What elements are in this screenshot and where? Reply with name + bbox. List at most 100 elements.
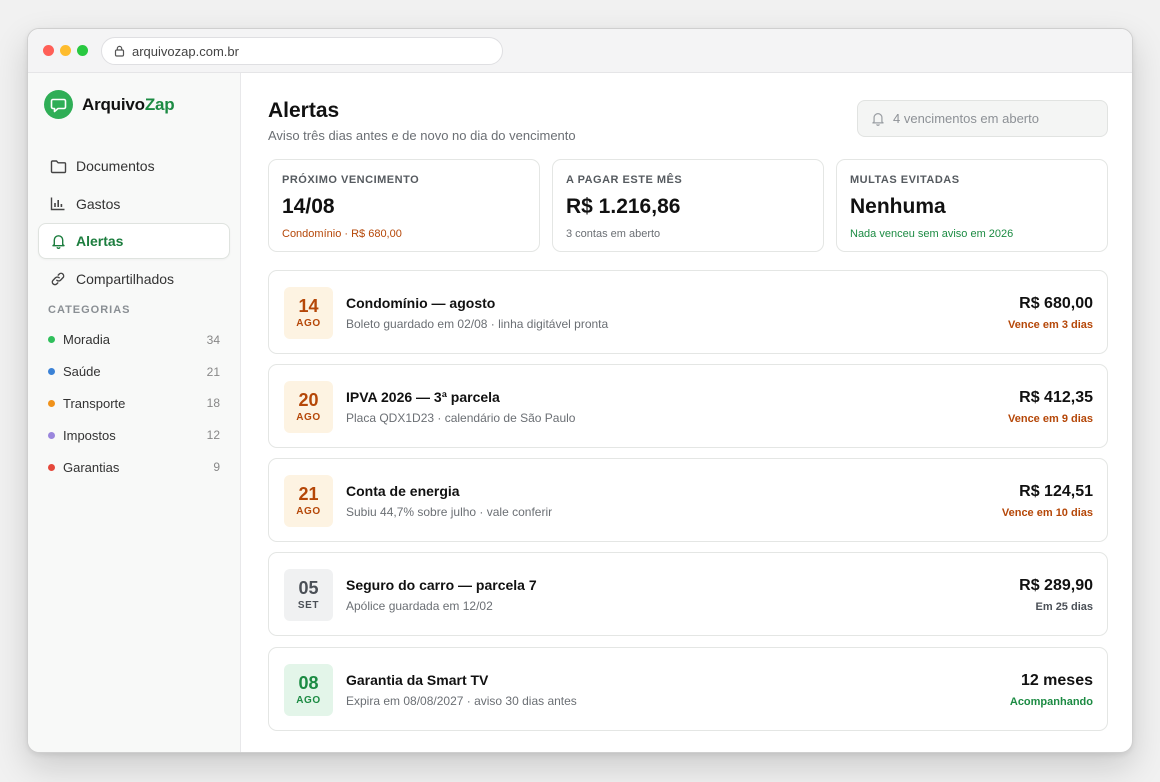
alert-title: Seguro do carro — parcela 7 — [346, 577, 537, 593]
address-bar[interactable]: arquivozap.com.br — [101, 37, 503, 65]
alert-amount: R$ 412,35 — [1019, 389, 1093, 406]
alert-amount: R$ 680,00 — [1019, 295, 1093, 312]
alert-item[interactable]: 05 SET Seguro do carro — parcela 7 Apóli… — [268, 552, 1108, 636]
category-moradia[interactable]: Moradia 34 — [48, 324, 220, 356]
lock-icon — [114, 45, 125, 57]
stat-note: Nada venceu sem aviso em 2026 — [850, 228, 1014, 240]
alert-title: Garantia da Smart TV — [346, 672, 489, 688]
due-day: 21 — [298, 484, 319, 504]
bar-chart-icon — [49, 195, 67, 213]
alert-description: Expira em 08/08/2027 · aviso 30 dias ant… — [346, 694, 577, 708]
category-label: Saúde — [63, 364, 101, 380]
category-impostos[interactable]: Impostos 12 — [48, 419, 220, 451]
alert-title: Condomínio — agosto — [346, 295, 496, 311]
alert-amount: 12 meses — [1020, 672, 1093, 689]
category-count: 18 — [206, 396, 220, 411]
alert-item[interactable]: 21 AGO Conta de energia Subiu 44,7% sobr… — [268, 458, 1108, 542]
link-icon — [49, 270, 67, 288]
due-date-badge: 21 AGO — [284, 475, 333, 527]
sidebar-item-compartilhados[interactable]: Compartilhados — [38, 261, 230, 297]
categories-heading: CATEGORIAS — [48, 304, 131, 316]
stat-note: 3 contas em aberto — [566, 228, 661, 240]
page-subtitle: Aviso três dias antes e de novo no dia d… — [268, 128, 576, 143]
sidebar-item-label: Compartilhados — [76, 270, 175, 287]
sidebar-item-label: Alertas — [76, 233, 124, 249]
brand[interactable]: ArquivoZap — [44, 90, 175, 119]
due-month: AGO — [296, 412, 321, 423]
brand-name-part1: Arquivo — [82, 94, 145, 114]
stat-card-to-pay: A PAGAR ESTE MÊS R$ 1.216,86 3 contas em… — [552, 159, 824, 252]
sidebar-item-gastos[interactable]: Gastos — [38, 186, 230, 222]
category-label: Garantias — [63, 459, 120, 475]
alert-description: Boleto guardado em 02/08 · linha digitáv… — [346, 317, 609, 331]
stat-label: A PAGAR ESTE MÊS — [566, 174, 683, 186]
category-saude[interactable]: Saúde 21 — [48, 356, 220, 388]
sidebar-nav: Documentos Gastos Alertas Compartilhados — [38, 148, 230, 298]
alert-status: Vence em 10 dias — [1001, 507, 1093, 519]
due-day: 08 — [298, 673, 319, 693]
alert-status: Em 25 dias — [1035, 601, 1093, 613]
stat-value: R$ 1.216,86 — [566, 195, 681, 218]
due-month: AGO — [296, 506, 321, 517]
alert-item[interactable]: 08 AGO Garantia da Smart TV Expira em 08… — [268, 647, 1108, 731]
alert-item[interactable]: 20 AGO IPVA 2026 — 3ª parcela Placa QDX1… — [268, 364, 1108, 448]
brand-name-part2: Zap — [144, 94, 175, 114]
browser-window: arquivozap.com.br ArquivoZap Documentos — [27, 28, 1133, 753]
category-color-dot — [48, 431, 55, 439]
alert-title: Conta de energia — [346, 483, 460, 499]
alert-description: Apólice guardada em 12/02 — [346, 599, 493, 613]
categories-list: Moradia 34 Saúde 21 Transporte 18 Impost… — [48, 324, 220, 483]
category-count: 12 — [206, 428, 220, 443]
alert-title: IPVA 2026 — 3ª parcela — [346, 389, 500, 405]
sidebar-item-alertas[interactable]: Alertas — [38, 223, 230, 259]
alert-description: Placa QDX1D23 · calendário de São Paulo — [346, 411, 576, 425]
close-window-button[interactable] — [43, 45, 54, 56]
browser-chrome: arquivozap.com.br — [28, 29, 1132, 73]
due-date-badge: 05 SET — [284, 569, 333, 621]
alert-amount: R$ 289,90 — [1019, 577, 1093, 594]
category-color-dot — [48, 463, 55, 471]
folder-icon — [49, 157, 67, 175]
sidebar-item-label: Documentos — [76, 158, 155, 174]
due-day: 20 — [298, 390, 319, 410]
category-color-dot — [48, 399, 55, 407]
stat-label: MULTAS EVITADAS — [850, 174, 960, 186]
stat-card-fines-avoided: MULTAS EVITADAS Nenhuma Nada venceu sem … — [836, 159, 1108, 252]
stat-card-next-due: PRÓXIMO VENCIMENTO 14/08 Condomínio · R$… — [268, 159, 540, 252]
alert-status: Acompanhando — [1009, 696, 1093, 708]
alert-status: Vence em 3 dias — [1008, 319, 1093, 331]
minimize-window-button[interactable] — [60, 45, 71, 56]
sidebar-item-label: Gastos — [76, 195, 121, 212]
main-content: Alertas Aviso três dias antes e de novo … — [242, 73, 1132, 752]
page-title: Alertas — [268, 99, 340, 122]
alert-status: Vence em 9 dias — [1008, 413, 1093, 425]
category-label: Moradia — [63, 332, 110, 348]
category-garantias[interactable]: Garantias 9 — [48, 451, 220, 483]
alert-description: Subiu 44,7% sobre julho · vale conferir — [346, 505, 553, 519]
due-month: AGO — [296, 318, 321, 329]
stat-value: Nenhuma — [850, 195, 946, 218]
category-count: 34 — [206, 332, 220, 347]
alert-item[interactable]: 14 AGO Condomínio — agosto Boleto guarda… — [268, 270, 1108, 354]
pill-text: 4 vencimentos em aberto — [893, 111, 1039, 126]
due-month: SET — [297, 600, 320, 611]
due-day: 05 — [298, 578, 319, 598]
open-due-dates-pill[interactable]: 4 vencimentos em aberto — [857, 100, 1108, 137]
sidebar-item-documentos[interactable]: Documentos — [38, 148, 230, 184]
stat-value: 14/08 — [282, 195, 335, 218]
due-month: AGO — [296, 695, 321, 706]
maximize-window-button[interactable] — [77, 45, 88, 56]
due-date-badge: 20 AGO — [284, 381, 333, 433]
sidebar: ArquivoZap Documentos Gastos Alertas Com… — [28, 73, 241, 752]
category-count: 21 — [206, 364, 220, 379]
url-text: arquivozap.com.br — [132, 43, 239, 59]
category-label: Transporte — [63, 395, 126, 411]
brand-name: ArquivoZap — [82, 94, 175, 115]
category-transporte[interactable]: Transporte 18 — [48, 388, 220, 420]
due-date-badge: 14 AGO — [284, 287, 333, 339]
alert-amount: R$ 124,51 — [1019, 483, 1093, 500]
category-label: Impostos — [63, 427, 116, 443]
category-count: 9 — [213, 460, 220, 475]
due-day: 14 — [298, 296, 319, 316]
bell-icon — [872, 113, 884, 126]
